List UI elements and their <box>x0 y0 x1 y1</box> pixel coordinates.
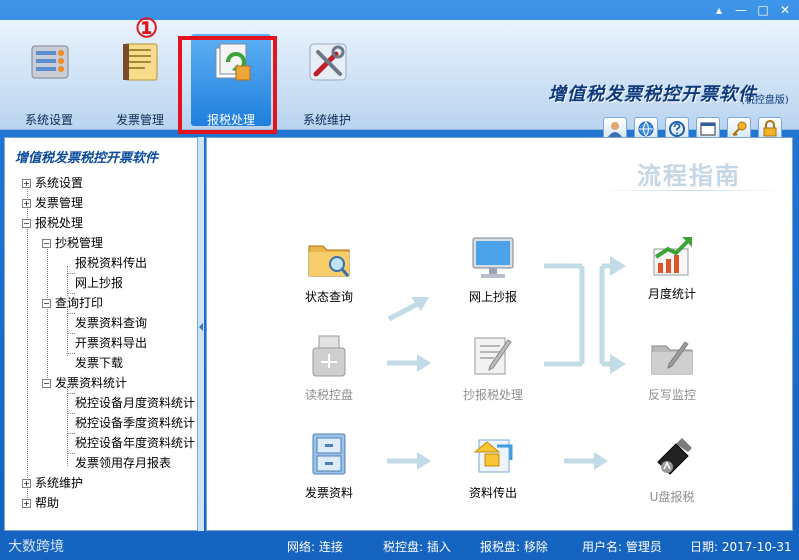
tree-node-monthly-report[interactable]: 发票领用存月报表 <box>75 453 171 473</box>
flow-label: 发票资料 <box>304 486 353 500</box>
tree-node-label: 发票资料统计 <box>55 376 128 390</box>
tree-node-invoice-export[interactable]: 开票资料导出 <box>75 333 147 353</box>
close-button[interactable]: ✕ <box>775 2 795 20</box>
tree-node-label: 发票管理 <box>35 196 84 210</box>
tree-node-label: 开票资料导出 <box>75 336 148 350</box>
tree-node-label: 报税资料传出 <box>75 256 148 270</box>
toolbar-label: 系统设置 <box>24 113 73 127</box>
tree-node-invoice-statistics[interactable]: − 发票资料统计 <box>42 373 127 393</box>
tree-node-copy-tax-management[interactable]: − 抄税管理 <box>42 233 103 253</box>
folder-edit-icon <box>651 341 693 375</box>
monitor-icon <box>472 237 514 278</box>
tree-node-label: 抄税管理 <box>55 236 104 250</box>
arrow-icon <box>387 354 431 372</box>
main-window: ▴ — □ ✕ 系统设置 发票管理 报税处理 系统维护 增值税发票税控开票软件 … <box>0 0 799 560</box>
flow-label: 读税控盘 <box>304 388 353 402</box>
expand-icon[interactable]: + <box>22 199 31 208</box>
collapse-icon[interactable]: − <box>42 239 51 248</box>
tree-node-query-print[interactable]: − 查询打印 <box>42 293 103 313</box>
collapse-icon[interactable]: − <box>22 219 31 228</box>
app-brand-edition: (税控盘版) <box>741 95 789 106</box>
cabinet-icon <box>312 433 346 475</box>
folder-search-icon <box>308 245 350 277</box>
toolbar-label: 系统维护 <box>302 113 351 127</box>
usb-drive-icon <box>312 335 346 377</box>
expand-icon[interactable]: + <box>22 179 31 188</box>
collapse-arrow-icon[interactable] <box>199 323 203 331</box>
flow-label: 资料传出 <box>468 486 517 500</box>
tree-node-label: 税控设备月度资料统计 <box>75 396 196 410</box>
collapse-icon[interactable]: − <box>42 379 51 388</box>
main-toolbar: 系统设置 发票管理 报税处理 系统维护 增值税发票税控开票软件 (税控盘版) <box>0 20 799 141</box>
invoice-folder-icon <box>123 43 158 81</box>
tree-node-label: 发票资料查询 <box>75 316 148 330</box>
toolbar-system-maintenance-button[interactable]: 系统维护 <box>287 34 367 127</box>
tree-node-tax-processing[interactable]: − 报税处理 <box>22 213 83 233</box>
tree-title: 增值税发票税控开票软件 <box>15 151 159 166</box>
tree-node-monthly-stats[interactable]: 税控设备月度资料统计 <box>75 393 195 413</box>
tree-node-label: 系统设置 <box>35 176 84 190</box>
tree-node-quarterly-stats[interactable]: 税控设备季度资料统计 <box>75 413 195 433</box>
tree-node-report-data-out[interactable]: 报税资料传出 <box>75 253 147 273</box>
nav-tree: 增值税发票税控开票软件 + 系统设置 + 发票管理 − 报税处理 − 抄税管理 报税资料… <box>4 137 198 531</box>
status-user: 用户名: 管理员 <box>582 540 662 554</box>
tree-node-invoice-management[interactable]: + 发票管理 <box>22 193 83 213</box>
branch-arrows-icon <box>544 256 626 374</box>
flow-label: 月度统计 <box>647 287 696 301</box>
maximize-button[interactable]: □ <box>753 2 773 20</box>
tree-node-online-report[interactable]: 网上抄报 <box>75 273 123 293</box>
expand-icon[interactable]: + <box>22 499 31 508</box>
tree-node-help[interactable]: + 帮助 <box>22 493 59 513</box>
tree-node-label: 帮助 <box>35 496 60 510</box>
tree-node-system-maintenance[interactable]: + 系统维护 <box>22 473 83 493</box>
app-brand-title: 增值税发票税控开票软件 <box>548 84 757 105</box>
pin-icon[interactable]: ▴ <box>709 2 729 20</box>
flow-label: 网上抄报 <box>468 290 517 304</box>
workflow-panel: 流程指南 状态查询 读税控盘 发票资料 网上抄报 抄报税处理 资料传出 月度统计… <box>206 137 793 531</box>
arrow-icon <box>564 452 608 470</box>
tree-node-system-settings[interactable]: + 系统设置 <box>22 173 83 193</box>
toolbar-invoice-management-button[interactable]: 发票管理 <box>100 34 180 127</box>
tree-node-invoice-download[interactable]: 发票下载 <box>75 353 123 373</box>
usb-key-icon <box>657 438 692 475</box>
expand-icon[interactable]: + <box>22 479 31 488</box>
status-report-disk: 报税盘: 移除 <box>480 540 548 554</box>
tools-icon <box>309 43 347 81</box>
arrow-icon <box>387 297 429 322</box>
toolbar-label: 发票管理 <box>115 113 164 127</box>
status-bar: 大数跨境 网络: 连接 税控盘: 插入 报税盘: 移除 用户名: 管理员 日期:… <box>0 532 799 560</box>
watermark-logo: 大数跨境 <box>8 539 64 555</box>
step-annotation: ① <box>135 14 159 44</box>
growth-chart-icon <box>653 237 692 276</box>
flow-label: 反写监控 <box>647 388 696 402</box>
tree-node-label: 网上抄报 <box>75 276 124 290</box>
flow-label: 抄报税处理 <box>462 388 523 402</box>
tree-node-yearly-stats[interactable]: 税控设备年度资料统计 <box>75 433 195 453</box>
status-date: 日期: 2017-10-31 <box>690 540 792 554</box>
panel-splitter[interactable] <box>198 137 204 531</box>
tree-node-label: 税控设备年度资料统计 <box>75 436 196 450</box>
flow-label: U盘报税 <box>649 490 695 504</box>
tree-node-invoice-query[interactable]: 发票资料查询 <box>75 313 147 333</box>
toolbar-system-settings-button[interactable]: 系统设置 <box>9 34 89 127</box>
document-edit-icon <box>474 337 512 375</box>
tree-node-label: 发票领用存月报表 <box>75 456 172 470</box>
tree-node-label: 发票下载 <box>75 356 124 370</box>
panel-title: 流程指南 <box>637 162 741 190</box>
tree-node-label: 查询打印 <box>55 296 104 310</box>
settings-panel-icon <box>31 45 69 79</box>
data-transfer-icon <box>473 439 513 473</box>
tree-node-label: 报税处理 <box>35 216 84 230</box>
flow-label: 状态查询 <box>304 290 353 304</box>
minimize-button[interactable]: — <box>731 2 751 20</box>
highlight-box <box>178 36 277 134</box>
status-network: 网络: 连接 <box>287 540 343 554</box>
status-tax-disk: 税控盘: 插入 <box>383 540 451 554</box>
tree-node-label: 系统维护 <box>35 476 84 490</box>
tree-node-label: 税控设备季度资料统计 <box>75 416 196 430</box>
title-underline <box>602 190 782 191</box>
arrow-icon <box>387 452 431 470</box>
collapse-icon[interactable]: − <box>42 299 51 308</box>
